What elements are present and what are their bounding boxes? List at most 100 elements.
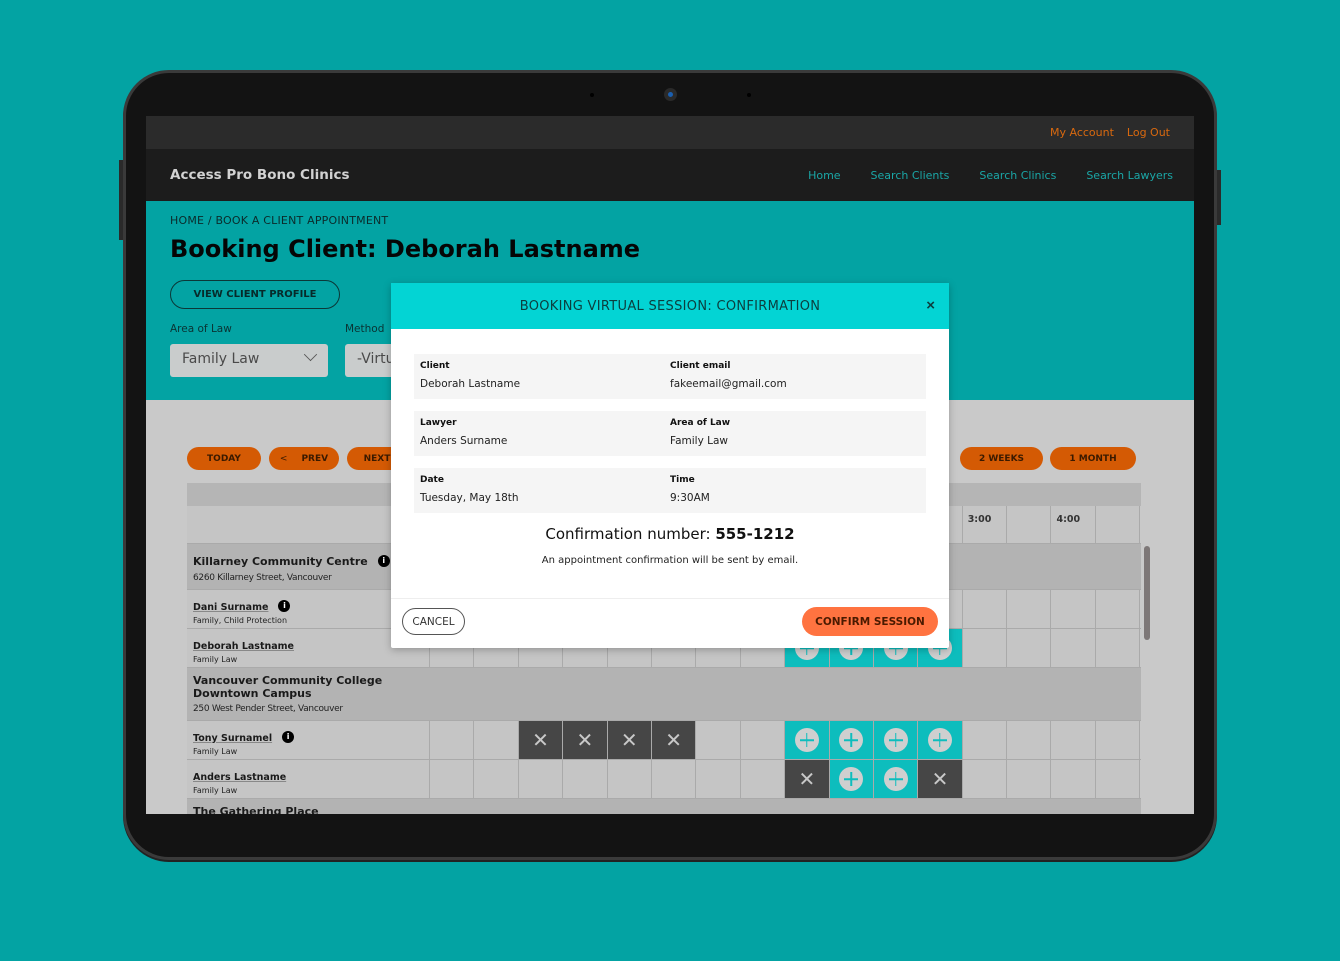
- lawyer-row: Anders Lastname Family Law ✕ ✕: [187, 760, 1141, 799]
- empty-slot: [696, 760, 741, 798]
- time-label: Time: [670, 475, 695, 485]
- two-weeks-button[interactable]: 2 WEEKS: [960, 447, 1043, 470]
- one-month-button[interactable]: 1 MONTH: [1050, 447, 1136, 470]
- log-out-link[interactable]: Log Out: [1127, 126, 1170, 139]
- area-of-law-select[interactable]: Family Law: [170, 344, 328, 377]
- available-slot[interactable]: [873, 721, 919, 759]
- close-icon[interactable]: ×: [926, 297, 935, 314]
- brand-title[interactable]: Access Pro Bono Clinics: [170, 167, 350, 183]
- available-slot[interactable]: [829, 721, 874, 759]
- info-icon[interactable]: i: [377, 554, 390, 567]
- plus-circle-icon: [927, 728, 952, 752]
- empty-slot: [1051, 629, 1096, 667]
- chevron-left-icon: <: [279, 453, 288, 464]
- camera-icon: [664, 88, 677, 101]
- method-value: -Virtu: [357, 351, 395, 367]
- confirmation-note: An appointment confirmation will be sent…: [541, 555, 799, 566]
- booked-slot: ✕: [607, 721, 652, 759]
- confirm-session-button[interactable]: CONFIRM SESSION: [802, 607, 938, 636]
- lawyer-value: Anders Surname: [420, 435, 508, 447]
- empty-slot: [962, 760, 1008, 798]
- available-slot[interactable]: [873, 760, 919, 798]
- method-label: Method: [345, 323, 385, 335]
- account-bar: My Account Log Out: [146, 116, 1194, 149]
- area-of-law-label: Area of Law: [670, 418, 731, 428]
- booked-slot: ✕: [563, 721, 608, 759]
- page-title: Booking Client: Deborah Lastname: [170, 235, 641, 263]
- modal-header: BOOKING VIRTUAL SESSION: CONFIRMATION ×: [391, 283, 949, 329]
- lawyer-name-link[interactable]: Deborah Lastname: [193, 641, 294, 652]
- lawyer-area: Family Law: [193, 655, 238, 664]
- area-of-law-value: Family Law: [182, 351, 260, 367]
- clinic-name[interactable]: Killarney Community Centre: [193, 555, 368, 568]
- modal-body: Client Deborah Lastname Client email fakee…: [391, 329, 949, 566]
- client-value: Deborah Lastname: [420, 378, 521, 390]
- time-header-cell: 4:00: [1051, 506, 1096, 543]
- area-of-law-value: Family Law: [670, 435, 728, 447]
- empty-slot: [1051, 590, 1096, 628]
- view-client-profile-button[interactable]: VIEW CLIENT PROFILE: [170, 280, 340, 309]
- empty-slot: [962, 590, 1008, 628]
- prev-label: PREV: [301, 453, 329, 464]
- prev-button[interactable]: < PREV: [269, 447, 339, 470]
- empty-slot: [696, 721, 741, 759]
- clinic-name[interactable]: The Gathering Place: [193, 805, 1135, 814]
- today-button[interactable]: TODAY: [187, 447, 261, 470]
- empty-slot: [1095, 590, 1141, 628]
- empty-slot: [740, 721, 786, 759]
- x-icon: ✕: [798, 767, 816, 791]
- area-of-law-label: Area of Law: [170, 323, 232, 335]
- available-slot[interactable]: [785, 721, 830, 759]
- empty-slot: [1095, 760, 1141, 798]
- plus-circle-icon: [883, 767, 908, 791]
- clinic-name[interactable]: Vancouver Community College Downtown Cam…: [193, 674, 423, 700]
- empty-slot: [962, 721, 1008, 759]
- lawyer-name-link[interactable]: Dani Surname: [193, 602, 268, 613]
- breadcrumb[interactable]: HOME / BOOK A CLIENT APPOINTMENT: [170, 214, 1170, 227]
- x-icon: ✕: [931, 767, 949, 791]
- booked-slot: ✕: [785, 760, 830, 798]
- x-icon: ✕: [665, 728, 683, 752]
- info-icon[interactable]: i: [278, 599, 291, 612]
- date-value: Tuesday, May 18th: [420, 492, 519, 504]
- my-account-link[interactable]: My Account: [1050, 126, 1114, 139]
- lawyer-label: Lawyer: [420, 418, 457, 428]
- info-icon[interactable]: i: [282, 730, 295, 743]
- lawyer-row: Tony Surnamel i Family Law ✕ ✕ ✕ ✕: [187, 721, 1141, 760]
- plus-circle-icon: [883, 728, 908, 752]
- empty-slot: [1051, 721, 1096, 759]
- client-email-value: fakeemail@gmail.com: [670, 378, 787, 390]
- empty-slot: [607, 760, 652, 798]
- lawyer-area: Family Law: [193, 786, 238, 795]
- cancel-button[interactable]: CANCEL: [402, 608, 465, 635]
- booked-slot: ✕: [651, 721, 697, 759]
- confirmation-number: Confirmation number: 555-1212: [414, 525, 926, 543]
- chevron-down-icon: [303, 347, 318, 362]
- lawyer-name-link[interactable]: Anders Lastname: [193, 772, 286, 783]
- tablet-side-button: [119, 160, 123, 240]
- empty-slot: [1007, 760, 1052, 798]
- nav-home[interactable]: Home: [808, 169, 840, 182]
- booking-confirmation-modal: BOOKING VIRTUAL SESSION: CONFIRMATION × …: [391, 283, 949, 648]
- modal-footer-divider: [391, 598, 949, 599]
- nav-search-lawyers[interactable]: Search Lawyers: [1086, 169, 1173, 182]
- detail-row-client: Client Deborah Lastname Client email fakee…: [414, 354, 926, 399]
- available-slot[interactable]: [829, 760, 874, 798]
- detail-row-lawyer: Lawyer Anders Surname Area of Law Family L…: [414, 411, 926, 456]
- nav-search-clients[interactable]: Search Clients: [871, 169, 950, 182]
- empty-slot: [1007, 721, 1052, 759]
- empty-slot: [740, 760, 786, 798]
- time-header-cell: 3:00: [962, 506, 1008, 543]
- empty-slot: [1007, 590, 1052, 628]
- lawyer-area: Family Law: [193, 747, 238, 756]
- time-header-cell: [1095, 506, 1141, 543]
- clinic-header: The Gathering Place: [187, 799, 1141, 814]
- empty-slot: [474, 721, 519, 759]
- available-slot[interactable]: [918, 721, 963, 759]
- sensor-dot: [747, 93, 751, 97]
- lawyer-name-link[interactable]: Tony Surnamel: [193, 733, 272, 744]
- lawyer-cell: Tony Surnamel i Family Law: [187, 721, 430, 759]
- nav-search-clinics[interactable]: Search Clinics: [979, 169, 1056, 182]
- vertical-scrollbar[interactable]: [1144, 546, 1150, 640]
- x-icon: ✕: [532, 728, 549, 752]
